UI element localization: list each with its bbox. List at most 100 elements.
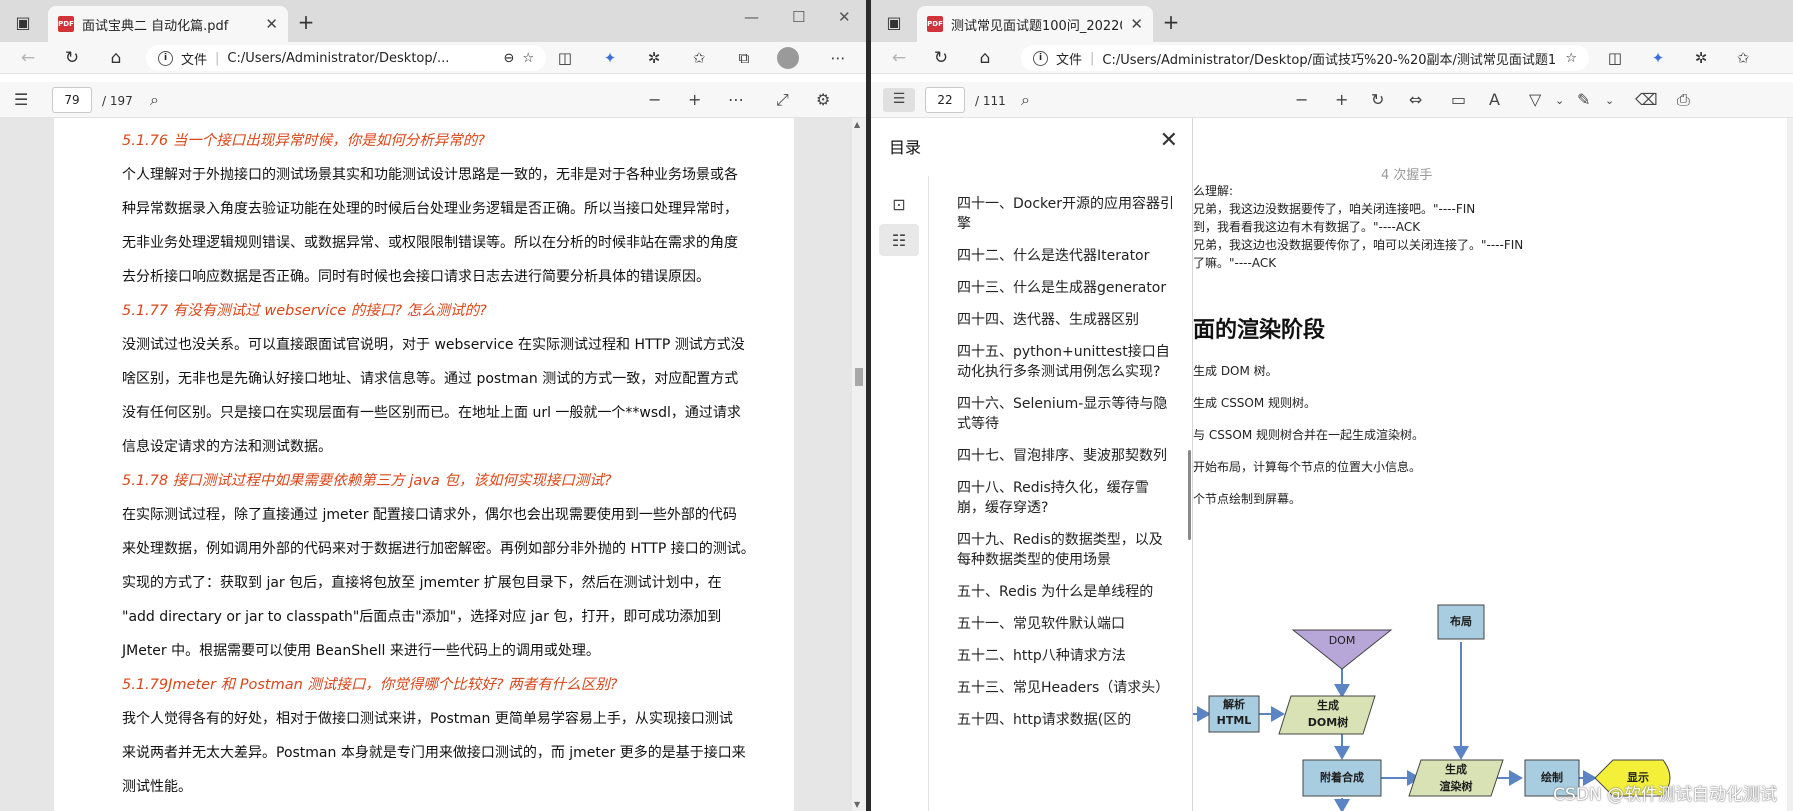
vertical-scrollbar[interactable] bbox=[1787, 118, 1793, 811]
toc-item[interactable]: 四十八、Redis持久化，缓存雪崩，缓存穿透? bbox=[943, 474, 1183, 526]
collections-icon[interactable]: ◫ bbox=[1603, 47, 1627, 69]
address-separator: | bbox=[1090, 50, 1095, 66]
tab-pdf[interactable]: PDF 测试常见面试题100问_20220327 ✕ bbox=[917, 6, 1153, 42]
home-icon[interactable]: ⌂ bbox=[102, 46, 130, 70]
toc-item[interactable]: 四十七、冒泡排序、斐波那契数列 bbox=[943, 442, 1183, 474]
new-tab-icon[interactable]: + bbox=[1159, 10, 1183, 34]
page-number-input[interactable]: 79 bbox=[52, 87, 92, 113]
close-tab-icon[interactable]: ✕ bbox=[1130, 15, 1143, 33]
scroll-up-icon[interactable]: ▲ bbox=[854, 120, 860, 129]
more-menu-icon[interactable]: ⋯ bbox=[826, 47, 850, 69]
outline-view-icon[interactable]: ☷ bbox=[879, 224, 919, 256]
tab-actions-icon[interactable]: ▣ bbox=[883, 12, 905, 32]
toc-item[interactable]: 四十五、python+unittest接口自动化执行多条测试用例怎么实现? bbox=[943, 338, 1183, 390]
toc-item[interactable]: 五十二、http八种请求方法 bbox=[943, 642, 1183, 674]
tab-collections-icon[interactable]: ⧉ bbox=[732, 47, 756, 69]
page-number-input[interactable]: 22 bbox=[925, 87, 965, 113]
minimize-icon[interactable]: — bbox=[744, 8, 759, 26]
pdf-page: 4 次握手 么理解: 兄弟，我这边没数据要传了，咱关闭连接吧。"----FIN … bbox=[1193, 118, 1793, 811]
toc-toggle-icon[interactable]: ☰ bbox=[14, 90, 28, 109]
refresh-icon[interactable]: ↻ bbox=[927, 46, 955, 70]
zoom-out-icon[interactable]: − bbox=[1295, 90, 1308, 109]
extensions-icon[interactable]: ✲ bbox=[642, 47, 666, 69]
toc-scrollbar-thumb[interactable] bbox=[1188, 450, 1191, 540]
tab-pdf[interactable]: PDF 面试宝典二 自动化篇.pdf ✕ bbox=[48, 6, 288, 42]
right-browser-window: ▣ PDF 测试常见面试题100问_20220327 ✕ + ← ↻ ⌂ i 文… bbox=[871, 0, 1793, 811]
favorites-icon[interactable]: ✩ bbox=[1731, 47, 1755, 69]
toc-item[interactable]: 四十一、Docker开源的应用容器引擎 bbox=[943, 190, 1183, 242]
address-toolbar: ← ↻ ⌂ i 文件 | C:/Users/Administrator/Desk… bbox=[0, 42, 866, 74]
close-icon[interactable]: ✕ bbox=[1160, 128, 1178, 153]
tab-title: 测试常见面试题100问_20220327 bbox=[951, 18, 1122, 34]
section-heading: 5.1.76 当一个接口出现异常时候，你是如何分析异常的? bbox=[122, 133, 485, 149]
flow-layout: 布局 bbox=[1450, 615, 1472, 628]
toc-item[interactable]: 五十一、常见软件默认端口 bbox=[943, 610, 1183, 642]
draw-dropdown-icon[interactable]: ⌄ bbox=[1555, 94, 1564, 107]
address-toolbar: ← ↻ ⌂ i 文件 | C:/Users/Administrator/Desk… bbox=[871, 42, 1793, 74]
print-icon[interactable]: ⎙ bbox=[1677, 90, 1690, 110]
info-icon[interactable]: i bbox=[1033, 50, 1048, 66]
toc-item[interactable]: 五十、Redis 为什么是单线程的 bbox=[943, 578, 1183, 610]
zoom-in-icon[interactable]: + bbox=[1335, 90, 1348, 109]
refresh-icon[interactable]: ↻ bbox=[58, 46, 86, 70]
paragraph-line: 实现的方式了：获取到 jar 包后，直接将包放至 jmemter 扩展包目录下，… bbox=[122, 575, 722, 591]
toc-item[interactable]: 五十三、常见Headers（请求头） bbox=[943, 674, 1183, 706]
back-icon[interactable]: ← bbox=[885, 46, 913, 70]
toc-item[interactable]: 四十六、Selenium-显示等待与隐式等待 bbox=[943, 390, 1183, 442]
thumbnail-view-icon[interactable]: ⊡ bbox=[879, 188, 919, 220]
tab-actions-icon[interactable]: ▣ bbox=[12, 12, 34, 32]
fit-page-icon[interactable]: ⤢ bbox=[776, 90, 789, 110]
draw-icon[interactable]: ▽ bbox=[1529, 90, 1541, 109]
paragraph-line: JMeter 中。根据需要可以使用 BeanShell 来进行一些代码上的调用或… bbox=[122, 643, 600, 659]
profile-avatar[interactable] bbox=[776, 47, 800, 69]
favorite-add-icon[interactable]: ☆ bbox=[1565, 51, 1577, 66]
toc-toggle-icon[interactable]: ☰ bbox=[883, 88, 915, 112]
collections-icon[interactable]: ◫ bbox=[553, 47, 577, 69]
extension-bird-icon[interactable]: ✦ bbox=[598, 47, 622, 69]
rotate-icon[interactable]: ↻ bbox=[1371, 90, 1384, 109]
flow-render-a: 生成 bbox=[1445, 763, 1467, 776]
close-tab-icon[interactable]: ✕ bbox=[265, 15, 278, 33]
erase-icon[interactable]: ⌫ bbox=[1635, 90, 1658, 109]
scrollbar-thumb[interactable] bbox=[855, 368, 863, 386]
flow-domtree-b: DOM树 bbox=[1307, 716, 1349, 729]
zoom-out-icon[interactable]: − bbox=[648, 90, 661, 109]
search-icon[interactable]: ⌕ bbox=[1021, 90, 1030, 110]
search-icon[interactable]: ⌕ bbox=[150, 90, 159, 110]
read-aloud-icon[interactable]: A bbox=[1489, 90, 1500, 109]
settings-gear-icon[interactable]: ⚙ bbox=[816, 90, 830, 109]
address-bar[interactable]: i 文件 | C:/Users/Administrator/Desktop/..… bbox=[146, 45, 546, 71]
toc-item[interactable]: 五十四、http请求数据(区的 bbox=[943, 706, 1183, 738]
toc-item[interactable]: 四十三、什么是生成器generator bbox=[943, 274, 1183, 306]
scroll-down-icon[interactable]: ▼ bbox=[854, 800, 860, 809]
flow-render-b: 渲染树 bbox=[1439, 780, 1473, 793]
section-heading: 5.1.79Jmeter 和 Postman 测试接口，你觉得哪个比较好? 两者… bbox=[122, 677, 618, 693]
favorites-icon[interactable]: ✩ bbox=[687, 47, 711, 69]
address-scheme-label: 文件 bbox=[1056, 52, 1083, 68]
fit-width-icon[interactable]: ⇔ bbox=[1409, 90, 1422, 109]
toc-item[interactable]: 四十四、迭代器、生成器区别 bbox=[943, 306, 1183, 338]
toc-item[interactable]: 四十九、Redis的数据类型，以及每种数据类型的使用场景 bbox=[943, 526, 1183, 578]
address-bar[interactable]: i 文件 | C:/Users/Administrator/Desktop/面试… bbox=[1021, 45, 1589, 71]
tab-strip: ▣ PDF 面试宝典二 自动化篇.pdf ✕ + — ☐ ✕ bbox=[0, 0, 866, 42]
home-icon[interactable]: ⌂ bbox=[971, 46, 999, 70]
info-icon[interactable]: i bbox=[158, 50, 173, 66]
paragraph-line: 没有任何区别。只是接口在实现层面有一些区别而已。在地址上面 url 一般就一个*… bbox=[122, 405, 741, 421]
zoom-icon[interactable]: ⊖ bbox=[503, 51, 514, 66]
highlight-icon[interactable]: ✎ bbox=[1577, 90, 1590, 109]
back-icon[interactable]: ← bbox=[14, 46, 42, 70]
maximize-icon[interactable]: ☐ bbox=[792, 8, 805, 26]
extensions-icon[interactable]: ✲ bbox=[1689, 47, 1713, 69]
toc-item[interactable]: 四十二、什么是迭代器Iterator bbox=[943, 242, 1183, 274]
zoom-in-icon[interactable]: + bbox=[688, 90, 701, 109]
extension-bird-icon[interactable]: ✦ bbox=[1646, 47, 1670, 69]
new-tab-icon[interactable]: + bbox=[294, 10, 318, 34]
vertical-scrollbar[interactable]: ▲ ▼ bbox=[852, 118, 866, 811]
address-separator: | bbox=[215, 50, 220, 66]
favorite-add-icon[interactable]: ☆ bbox=[522, 51, 534, 66]
more-options-icon[interactable]: ⋯ bbox=[728, 90, 744, 109]
page-view-icon[interactable]: ▭ bbox=[1451, 90, 1466, 109]
close-window-icon[interactable]: ✕ bbox=[838, 8, 851, 26]
highlight-dropdown-icon[interactable]: ⌄ bbox=[1605, 94, 1614, 107]
toc-sidebar: ⊡ ☷ bbox=[871, 176, 927, 811]
